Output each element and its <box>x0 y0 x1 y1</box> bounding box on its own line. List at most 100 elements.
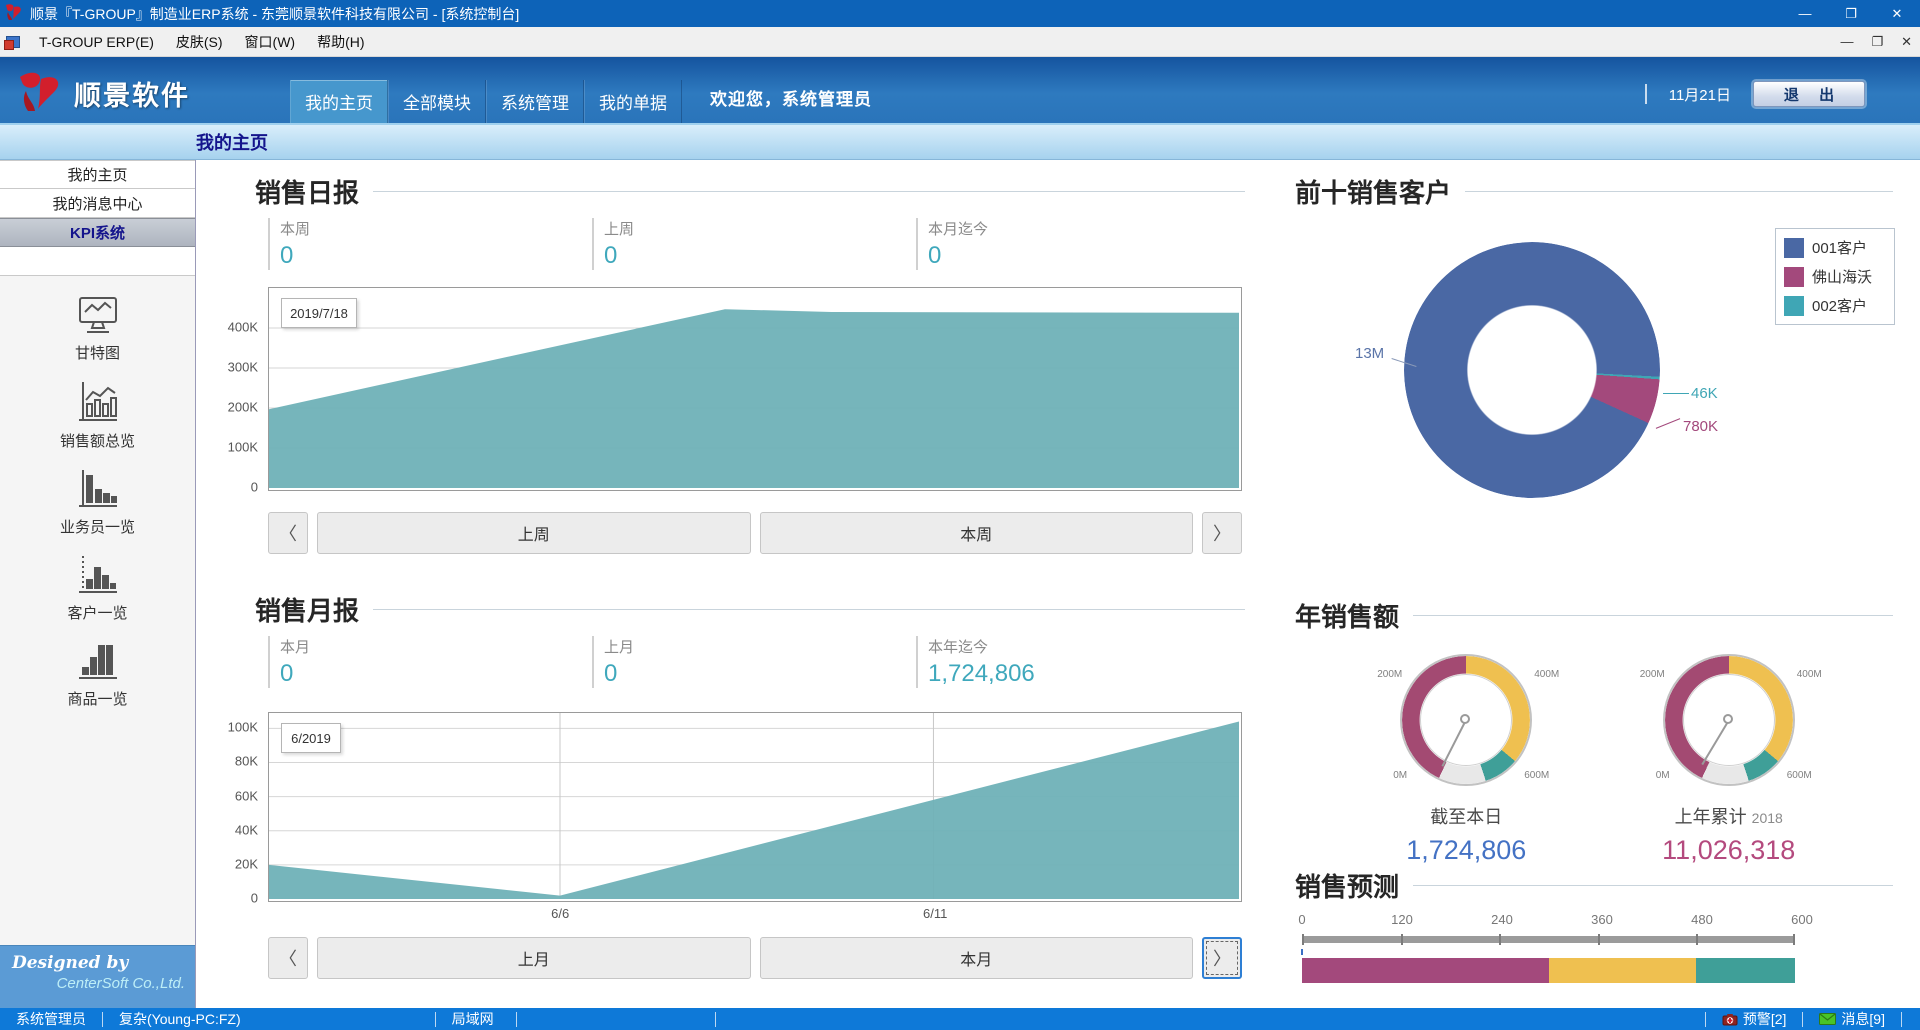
stat-this-week: 本周 0 <box>268 218 592 270</box>
sidebar-item-my-home[interactable]: 我的主页 <box>0 160 195 189</box>
mdi-minimize-button[interactable]: — <box>1840 34 1853 50</box>
mdi-close-button[interactable]: ✕ <box>1901 34 1912 50</box>
sidebar-spacer-row <box>0 247 195 276</box>
stat-label: 本年迄今 <box>928 636 1240 657</box>
app-header: 顺景软件 我的主页 全部模块 系统管理 我的单据 欢迎您，系统管理员 11月21… <box>0 57 1920 125</box>
legend-label: 002客户 <box>1812 295 1867 316</box>
daily-report-title: 销售日报 <box>255 173 359 210</box>
gauge-last-year-dial[interactable]: 200M 400M 0M 600M <box>1654 645 1804 795</box>
menu-window[interactable]: 窗口(W) <box>234 28 307 56</box>
active-page-tab[interactable]: 我的主页 <box>196 129 268 155</box>
y-tick-label: 20K <box>235 856 258 871</box>
monthly-prev-button[interactable]: 〈 <box>268 937 308 979</box>
daily-stats: 本周 0 上周 0 本月迄今 0 <box>268 218 1240 270</box>
legend-row-foshan[interactable]: 佛山海沃 <box>1784 266 1886 287</box>
monthly-sales-area-chart[interactable]: 6/2019 <box>268 712 1242 902</box>
menu-help[interactable]: 帮助(H) <box>306 28 375 56</box>
daily-this-week-button[interactable]: 本周 <box>760 512 1194 554</box>
status-alerts[interactable]: 预警[2] <box>1718 1009 1791 1029</box>
stat-label: 本月 <box>280 636 592 657</box>
y-tick-label: 300K <box>228 360 258 375</box>
daily-prev-button[interactable]: 〈 <box>268 512 308 554</box>
monthly-this-month-button[interactable]: 本月 <box>760 937 1194 979</box>
gauge-scale-600m: 600M <box>1524 770 1549 781</box>
gauge-today-dial[interactable]: 200M 400M 0M 600M <box>1391 645 1541 795</box>
nav-tab-all-modules[interactable]: 全部模块 <box>388 80 486 123</box>
y-tick-label: 100K <box>228 440 258 455</box>
logout-button[interactable]: 退 出 <box>1753 81 1865 107</box>
forecast-tick <box>1793 934 1795 945</box>
status-messages[interactable]: 消息[9] <box>1815 1009 1889 1029</box>
forecast-title: 销售预测 <box>1295 867 1399 904</box>
legend-row-002[interactable]: 002客户 <box>1784 295 1886 316</box>
kpi-item-gantt[interactable]: 甘特图 <box>18 290 178 367</box>
menu-tgroup-erp[interactable]: T-GROUP ERP(E) <box>28 30 165 54</box>
monthly-last-month-button[interactable]: 上月 <box>317 937 751 979</box>
daily-last-week-button[interactable]: 上周 <box>317 512 751 554</box>
sidebar-item-message-center[interactable]: 我的消息中心 <box>0 189 195 218</box>
gauge-today-caption: 截至本日 <box>1430 803 1502 829</box>
forecast-ruler <box>1302 936 1795 943</box>
stat-value: 1,724,806 <box>928 660 1240 688</box>
legend-swatch-teal <box>1784 296 1804 316</box>
donut-label-13m: 13M <box>1355 345 1384 362</box>
kpi-item-salesman-overview[interactable]: 业务员一览 <box>18 464 178 541</box>
window-close-button[interactable]: ✕ <box>1874 0 1920 27</box>
gauge-caption-text: 上年累计 <box>1675 807 1747 827</box>
stat-value: 0 <box>928 242 1240 270</box>
welcome-text: 欢迎您，系统管理员 <box>710 85 872 110</box>
monthly-chart-tooltip: 6/2019 <box>281 723 341 753</box>
daily-sales-area-chart[interactable]: 2019/7/18 <box>268 287 1242 491</box>
divider <box>373 609 1245 610</box>
monthly-report-header: 销售月报 <box>255 591 1245 628</box>
forecast-segment <box>1302 958 1549 983</box>
menu-bar: T-GROUP ERP(E) 皮肤(S) 窗口(W) 帮助(H) — ❐ ✕ <box>0 27 1920 57</box>
forecast-stacked-bar[interactable] <box>1302 958 1795 983</box>
nav-tab-system-management[interactable]: 系统管理 <box>486 80 584 123</box>
donut-legend: 001客户 佛山海沃 002客户 <box>1775 228 1895 325</box>
kpi-item-label: 商品一览 <box>67 688 127 709</box>
kpi-item-label: 客户一览 <box>67 602 127 623</box>
monthly-chart-x-axis: 6/66/11 <box>268 906 1242 924</box>
kpi-item-product-overview[interactable]: 商品一览 <box>18 636 178 713</box>
gauge-last-year-value: 11,026,318 <box>1662 835 1795 866</box>
y-tick-label: 40K <box>235 822 258 837</box>
window-minimize-button[interactable]: — <box>1782 0 1828 27</box>
stat-label: 本周 <box>280 218 592 239</box>
top-customers-title: 前十销售客户 <box>1295 173 1451 210</box>
daily-report-header: 销售日报 <box>255 173 1245 210</box>
sidebar-item-kpi-system[interactable]: KPI系统 <box>0 218 195 247</box>
top-customers-donut-panel: 13M 46K 780K 001客户 佛山海沃 002客户 <box>1295 210 1900 595</box>
daily-chart-y-axis: 0100K200K300K400K <box>210 287 262 491</box>
kpi-item-customer-overview[interactable]: 客户一览 <box>18 550 178 627</box>
nav-tab-my-home[interactable]: 我的主页 <box>290 80 388 123</box>
kpi-item-label: 销售额总览 <box>60 430 135 451</box>
kpi-shortcut-list: 甘特图 销售额总览 业 <box>0 276 195 945</box>
stat-this-month: 本月 0 <box>268 636 592 688</box>
kpi-item-label: 业务员一览 <box>60 516 135 537</box>
donut-leader-line <box>1656 418 1680 429</box>
daily-next-button[interactable]: 〉 <box>1202 512 1242 554</box>
top-customers-donut-chart[interactable] <box>1404 242 1660 498</box>
window-restore-button[interactable]: ❐ <box>1828 0 1874 27</box>
donut-label-46k: 46K <box>1691 385 1718 402</box>
y-tick-label: 400K <box>228 320 258 335</box>
kpi-item-label: 甘特图 <box>75 342 120 363</box>
daily-chart-controls: 〈 上周 本周 〉 <box>268 512 1242 554</box>
stat-month-to-date: 本月迄今 0 <box>916 218 1240 270</box>
stat-last-week: 上周 0 <box>592 218 916 270</box>
forecast-tick <box>1302 934 1304 945</box>
annual-sales-title: 年销售额 <box>1295 597 1399 634</box>
mdi-restore-button[interactable]: ❐ <box>1871 34 1883 50</box>
legend-row-001[interactable]: 001客户 <box>1784 237 1886 258</box>
forecast-axis-labels: 0 120 240 360 480 600 <box>1302 912 1802 928</box>
y-tick-label: 0 <box>251 480 258 495</box>
gauge-last-year: 200M 400M 0M 600M 上年累计 2018 11,026,318 <box>1624 645 1834 866</box>
x-tick-label: 6/6 <box>551 906 569 921</box>
y-tick-label: 80K <box>235 754 258 769</box>
menu-skin[interactable]: 皮肤(S) <box>165 28 234 56</box>
monthly-next-button[interactable]: 〉 <box>1202 937 1242 979</box>
monthly-stats: 本月 0 上月 0 本年迄今 1,724,806 <box>268 636 1240 688</box>
kpi-item-sales-overview[interactable]: 销售额总览 <box>18 376 178 455</box>
nav-tab-my-documents[interactable]: 我的单据 <box>584 80 682 123</box>
